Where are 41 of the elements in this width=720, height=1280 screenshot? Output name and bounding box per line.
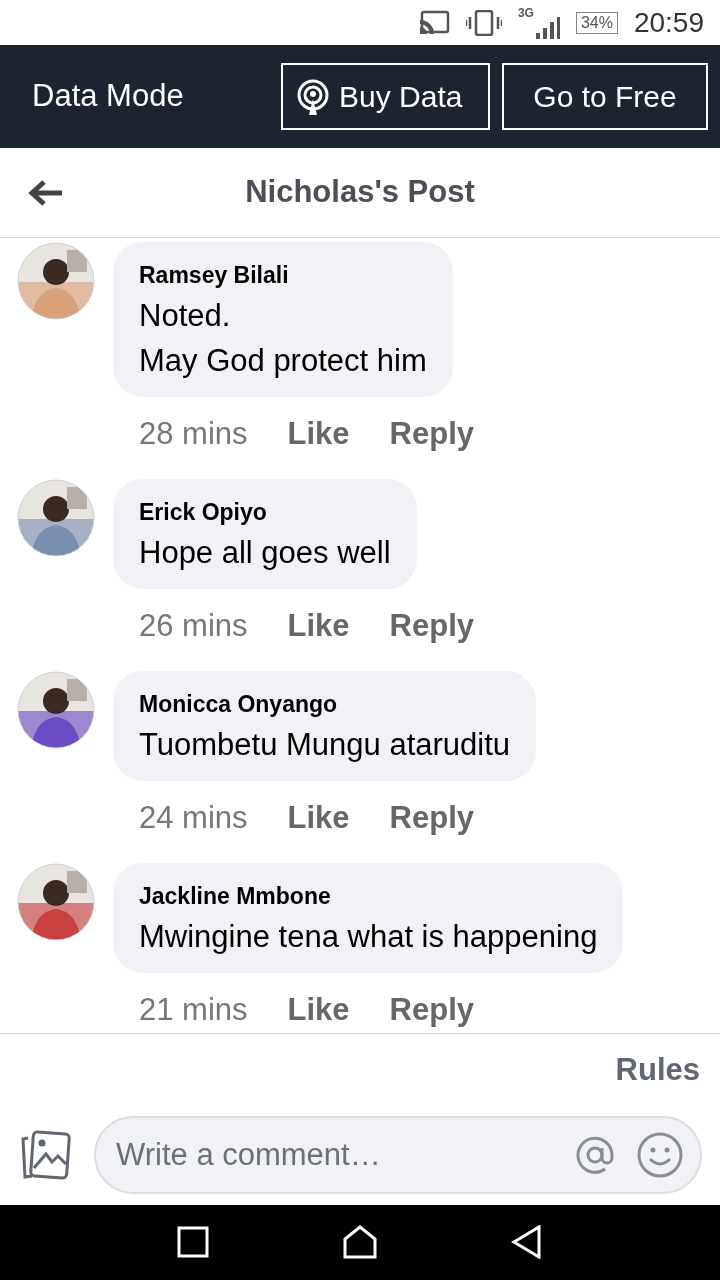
comment-time: 28 mins	[139, 414, 248, 453]
home-icon[interactable]	[343, 1225, 377, 1260]
vibrate-icon	[465, 9, 502, 36]
comment-text: May God protect him	[139, 341, 427, 380]
recents-icon[interactable]	[177, 1226, 209, 1259]
reply-button[interactable]: Reply	[389, 410, 474, 458]
comment-author[interactable]: Monicca Onyango	[139, 687, 511, 722]
emoji-icon[interactable]	[636, 1131, 684, 1180]
back-arrow-icon	[28, 178, 64, 207]
like-button[interactable]: Like	[287, 410, 350, 458]
comment-text: Tuombetu Mungu ataruditu	[139, 725, 511, 764]
comment-time: 24 mins	[139, 798, 248, 837]
comment-author[interactable]: Jackline Mmbone	[139, 879, 598, 914]
reply-button[interactable]: Reply	[389, 986, 474, 1034]
like-button[interactable]: Like	[287, 986, 350, 1034]
network-type: 3G	[517, 6, 534, 19]
buy-data-button[interactable]: Buy Data	[281, 63, 490, 130]
like-button[interactable]: Like	[287, 794, 350, 842]
comment-box[interactable]: Write a comment…	[94, 1116, 702, 1195]
photo-icon	[20, 1130, 72, 1181]
comment-time: 26 mins	[139, 606, 248, 645]
comment-time: 21 mins	[139, 990, 248, 1029]
post-title: Nicholas's Post	[245, 173, 475, 212]
broadcast-icon	[295, 78, 331, 115]
clock: 20:59	[633, 5, 704, 40]
comment-author[interactable]: Erick Opiyo	[139, 495, 391, 530]
rules-link[interactable]: Rules	[615, 1046, 700, 1094]
comment-text: Noted.	[139, 296, 232, 335]
battery-indicator: 34%	[575, 11, 618, 34]
data-mode-title: Data Mode	[32, 77, 185, 116]
reply-button[interactable]: Reply	[389, 602, 474, 650]
cast-icon	[417, 9, 450, 36]
comment-field[interactable]: Write a comment…	[116, 1132, 554, 1179]
go-to-free-button[interactable]: Go to Free	[502, 63, 708, 130]
reply-button[interactable]: Reply	[389, 794, 474, 842]
comment-text: Mwingine tena what is happening	[139, 917, 598, 956]
signal-icon	[535, 16, 560, 39]
like-button[interactable]: Like	[287, 602, 350, 650]
back-icon[interactable]	[511, 1225, 543, 1260]
comment-author[interactable]: Ramsey Bilali	[139, 258, 427, 293]
comment-text: Hope all goes well	[139, 533, 391, 572]
